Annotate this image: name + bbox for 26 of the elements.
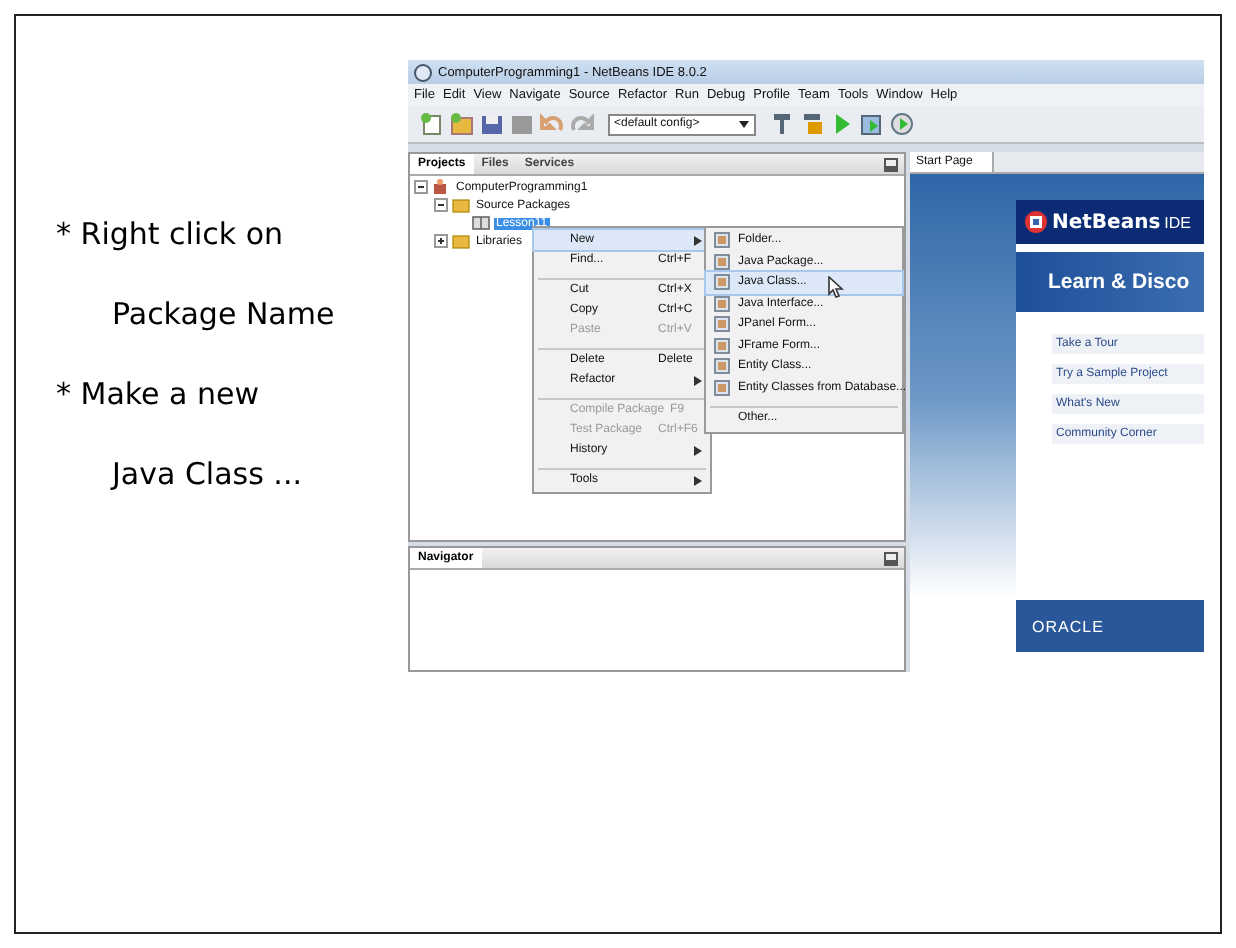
package-icon xyxy=(472,214,490,232)
debug-icon[interactable] xyxy=(860,112,884,136)
instruction-text: * Make a new xyxy=(56,376,260,412)
app-icon xyxy=(414,63,432,81)
instruction-text: * Right click on xyxy=(56,216,284,252)
save-icon[interactable] xyxy=(480,112,504,136)
start-heading: Learn & Disco xyxy=(1048,270,1190,294)
submenu-arrow-icon xyxy=(694,475,702,485)
profile-icon[interactable] xyxy=(890,112,914,136)
brand-name: NetBeans xyxy=(1052,211,1161,233)
submenu-arrow-icon xyxy=(694,445,702,455)
minimize-icon[interactable] xyxy=(884,551,898,565)
minimize-icon[interactable] xyxy=(884,157,898,171)
folder-icon[interactable] xyxy=(450,112,474,136)
footer-logo-text: ORACLE xyxy=(1032,617,1104,635)
instruction-text: Java Class ... xyxy=(112,456,302,492)
expand-toggle-icon[interactable] xyxy=(434,198,448,212)
expand-toggle-icon[interactable] xyxy=(414,180,428,194)
new-file-icon[interactable] xyxy=(420,112,444,136)
instruction-text: Package Name xyxy=(112,296,335,332)
mouse-cursor-icon xyxy=(828,276,844,298)
dropdown-arrow-icon xyxy=(738,118,750,130)
brand-suffix: IDE xyxy=(1164,213,1191,231)
expand-toggle-icon[interactable] xyxy=(434,234,448,248)
submenu-arrow-icon xyxy=(694,375,702,385)
submenu-arrow-icon xyxy=(694,235,702,245)
